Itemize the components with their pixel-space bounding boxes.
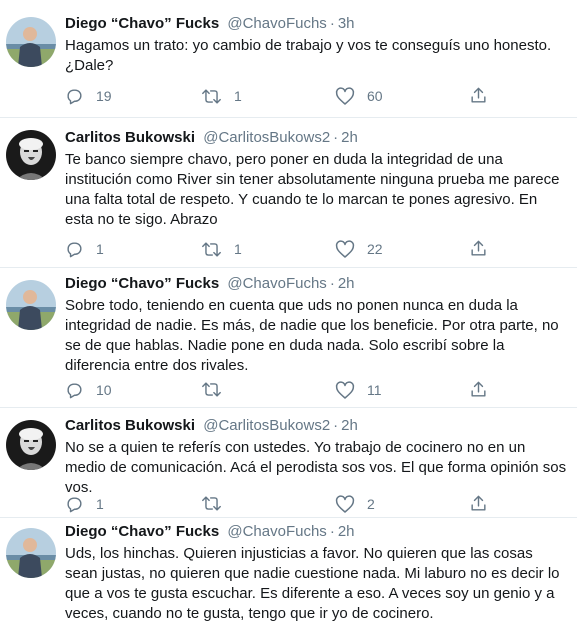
reply-button[interactable]: 10 (65, 380, 112, 400)
tweet-content: Carlitos Bukowski @CarlitosBukows2 · 2h No… (65, 416, 567, 513)
share-icon (469, 494, 488, 513)
tweet-text: Uds, los hinchas. Quieren injusticias a … (65, 545, 560, 622)
reply-icon (65, 87, 84, 106)
reply-count: 19 (96, 88, 112, 104)
tweet[interactable]: Diego “Chavo” Fucks @ChavoFuchs · 2h Sobre… (0, 268, 577, 408)
author-name[interactable]: Carlitos Bukowski (65, 129, 195, 146)
tweet-header: Diego “Chavo” Fucks @ChavoFuchs · 2h (65, 274, 567, 294)
like-button[interactable]: 2 (335, 494, 375, 514)
avatar[interactable] (6, 528, 56, 578)
tweet-content: Diego “Chavo” Fucks @ChavoFuchs · 3h Hagam… (65, 14, 567, 105)
author-handle[interactable]: @CarlitosBukows2 (203, 129, 330, 146)
timestamp[interactable]: 2h (341, 417, 358, 434)
separator-dot: · (333, 129, 339, 146)
share-icon (469, 239, 488, 258)
reply-count: 1 (96, 241, 104, 257)
retweet-button[interactable]: 1 (201, 239, 242, 259)
author-name[interactable]: Carlitos Bukowski (65, 417, 195, 434)
avatar[interactable] (6, 280, 56, 330)
tweet-thread: Diego “Chavo” Fucks @ChavoFuchs · 3h Hagam… (0, 0, 577, 624)
like-button[interactable]: 22 (335, 239, 383, 259)
timestamp[interactable]: 2h (338, 523, 355, 540)
retweet-button[interactable] (201, 380, 234, 399)
retweet-icon (201, 494, 222, 513)
heart-icon (335, 86, 355, 106)
tweet-actions: 19 1 60 (65, 86, 505, 108)
tweet-text: No se a quien te referís con ustedes. Yo… (65, 439, 567, 496)
reply-icon (65, 495, 84, 514)
tweet-content: Carlitos Bukowski @CarlitosBukows2 · 2h Te… (65, 128, 567, 258)
author-handle[interactable]: @ChavoFuchs (227, 523, 326, 540)
tweet-actions: 1 1 22 (65, 239, 505, 261)
retweet-count: 1 (234, 88, 242, 104)
author-handle[interactable]: @ChavoFuchs (227, 275, 326, 292)
tweet[interactable]: Diego “Chavo” Fucks @ChavoFuchs · 2h Uds, … (0, 518, 577, 624)
tweet-text: Te banco siempre chavo, pero poner en du… (65, 151, 560, 228)
retweet-icon (201, 380, 222, 399)
like-count: 2 (367, 496, 375, 512)
author-name[interactable]: Diego “Chavo” Fucks (65, 15, 219, 32)
retweet-icon (201, 87, 222, 106)
tweet-header: Carlitos Bukowski @CarlitosBukows2 · 2h (65, 128, 567, 148)
separator-dot: · (329, 523, 335, 540)
retweet-count: 1 (234, 241, 242, 257)
timestamp[interactable]: 3h (338, 15, 355, 32)
timestamp[interactable]: 2h (341, 129, 358, 146)
avatar[interactable] (6, 17, 56, 67)
share-button[interactable] (469, 494, 488, 513)
separator-dot: · (333, 417, 339, 434)
like-button[interactable]: 11 (335, 380, 382, 400)
heart-icon (335, 380, 355, 400)
like-count: 22 (367, 241, 383, 257)
like-count: 11 (367, 382, 382, 398)
reply-count: 10 (96, 382, 112, 398)
separator-dot: · (329, 15, 335, 32)
tweet-header: Diego “Chavo” Fucks @ChavoFuchs · 3h (65, 14, 567, 34)
author-handle[interactable]: @ChavoFuchs (227, 15, 326, 32)
reply-count: 1 (96, 496, 104, 512)
reply-button[interactable]: 19 (65, 86, 112, 106)
share-icon (469, 380, 488, 399)
heart-icon (335, 494, 355, 514)
author-handle[interactable]: @CarlitosBukows2 (203, 417, 330, 434)
share-button[interactable] (469, 239, 488, 258)
tweet-actions: 10 11 (65, 380, 505, 402)
reply-icon (65, 381, 84, 400)
separator-dot: · (329, 275, 335, 292)
share-button[interactable] (469, 86, 488, 105)
reply-button[interactable]: 1 (65, 494, 104, 514)
retweet-button[interactable]: 1 (201, 86, 242, 106)
share-button[interactable] (469, 380, 488, 399)
avatar[interactable] (6, 130, 56, 180)
tweet[interactable]: Diego “Chavo” Fucks @ChavoFuchs · 3h Hagam… (0, 0, 577, 118)
tweet-header: Carlitos Bukowski @CarlitosBukows2 · 2h (65, 416, 567, 436)
like-button[interactable]: 60 (335, 86, 383, 106)
retweet-icon (201, 240, 222, 259)
tweet-header: Diego “Chavo” Fucks @ChavoFuchs · 2h (65, 522, 567, 542)
tweet[interactable]: Carlitos Bukowski @CarlitosBukows2 · 2h No… (0, 408, 577, 518)
tweet-content: Diego “Chavo” Fucks @ChavoFuchs · 2h Uds, … (65, 522, 567, 624)
tweet-text: Sobre todo, teniendo en cuenta que uds n… (65, 297, 559, 374)
tweet[interactable]: Carlitos Bukowski @CarlitosBukows2 · 2h Te… (0, 118, 577, 268)
retweet-button[interactable] (201, 494, 234, 513)
like-count: 60 (367, 88, 383, 104)
author-name[interactable]: Diego “Chavo” Fucks (65, 275, 219, 292)
tweet-text: Hagamos un trato: yo cambio de trabajo y… (65, 37, 552, 74)
avatar[interactable] (6, 420, 56, 470)
heart-icon (335, 239, 355, 259)
author-name[interactable]: Diego “Chavo” Fucks (65, 523, 219, 540)
tweet-actions: 1 2 (65, 494, 505, 516)
share-icon (469, 86, 488, 105)
reply-icon (65, 240, 84, 259)
tweet-content: Diego “Chavo” Fucks @ChavoFuchs · 2h Sobre… (65, 274, 567, 399)
timestamp[interactable]: 2h (338, 275, 355, 292)
reply-button[interactable]: 1 (65, 239, 104, 259)
